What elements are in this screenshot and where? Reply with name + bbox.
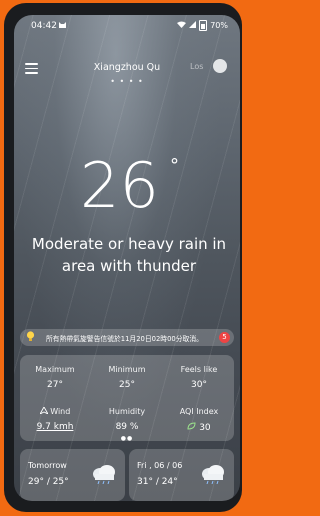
unit-toggle-switch[interactable] [213,59,227,73]
maximum-label: Maximum [35,365,75,374]
forecast-day: Fri , 06 / 06 [137,461,183,470]
page-indicator: • • • • [110,77,144,86]
battery-icon [199,20,208,31]
unit-toggle-label[interactable]: Los [190,62,203,71]
wind-value: 9.7 kmh [36,422,74,432]
degree-symbol: ° [170,155,179,176]
minimum-cell: Minimum 25° [92,365,162,390]
weather-condition: Moderate or heavy rain in area with thun… [31,235,227,275]
phone-frame: 04:42 70% Xiangzhou Qu • • • • Los 26 ° … [4,3,242,512]
current-temperature: 26 [80,149,159,222]
aqi-value: 30 [199,423,211,433]
forecast-card-tomorrow[interactable]: Tomorrow 29° / 25° [20,449,125,501]
menu-icon[interactable] [25,63,38,75]
forecast-temps: 29° / 25° [28,477,69,487]
cat-icon [58,21,67,32]
rain-cloud-icon [93,465,115,484]
aqi-label: AQI Index [179,407,219,416]
city-name[interactable]: Xiangzhou Qu [54,62,200,73]
wifi-icon [177,21,187,30]
rain-cloud-icon [202,465,224,484]
maximum-cell: Maximum 27° [20,365,90,390]
lightbulb-icon [26,331,35,345]
aqi-value-row: 30 [164,422,234,433]
warning-notice[interactable]: 所有熱帶氣旋警告信號於11月20日02時00分取消。 5 [20,329,234,346]
feels-like-cell: Feels like 30° [164,365,234,390]
wind-label: Wind [50,407,71,416]
minimum-value: 25° [119,380,135,390]
notice-text: 所有熱帶氣旋警告信號於11月20日02時00分取消。 [46,335,203,343]
feels-like-value: 30° [191,380,207,390]
notice-count-badge: 5 [219,332,230,343]
aqi-cell: AQI Index 30 [164,407,234,433]
weather-screen: 04:42 70% Xiangzhou Qu • • • • Los 26 ° … [14,15,240,501]
stats-card[interactable]: Maximum 27° Minimum 25° Feels like 30° W… [20,355,234,442]
leaf-icon [187,422,199,433]
feels-like-label: Feels like [180,365,218,374]
maximum-value: 27° [47,380,63,390]
humidity-label: Humidity [108,407,146,416]
signal-icon [189,21,197,30]
humidity-cell: Humidity 89 % [92,407,162,432]
status-time: 04:42 [31,21,57,31]
forecast-temps: 31° / 24° [137,477,178,487]
battery-percent: 70% [210,21,228,30]
minimum-label: Minimum [108,365,146,374]
wind-direction-icon [38,406,51,416]
forecast-day: Tomorrow [28,461,67,470]
forecast-card-friday[interactable]: Fri , 06 / 06 31° / 24° [129,449,234,501]
humidity-value: 89 % [115,422,139,432]
wind-cell: Wind 9.7 kmh [20,406,90,432]
wind-label-row: Wind [20,406,90,416]
card-page-indicator: ●● [120,435,134,442]
status-bar: 04:42 70% [14,15,240,37]
